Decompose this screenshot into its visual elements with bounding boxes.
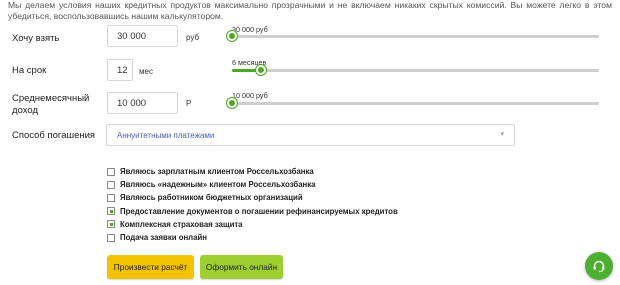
amount-unit: руб bbox=[186, 33, 200, 42]
amount-slider-handle[interactable] bbox=[227, 31, 237, 41]
income-label-line2: доход bbox=[12, 105, 38, 116]
repayment-selected-value: Аннуитетными платежами bbox=[117, 131, 215, 140]
checkbox-budget-employee[interactable]: Являюсь работником бюджетных организаций bbox=[107, 191, 398, 204]
checkbox-label: Являюсь зарплатным клиентом Россельхозба… bbox=[120, 167, 314, 177]
term-slider[interactable] bbox=[232, 65, 599, 75]
term-input[interactable]: 12 bbox=[107, 59, 133, 81]
income-label-line1: Среднемесячный bbox=[12, 93, 90, 104]
checkbox-label: Являюсь «надежным» клиентом Россельхозба… bbox=[120, 180, 316, 190]
checkbox-label: Подача заявки онлайн bbox=[120, 233, 207, 243]
apply-online-button[interactable]: Оформить онлайн bbox=[200, 255, 283, 279]
term-slider-handle[interactable] bbox=[256, 65, 267, 75]
options-checkbox-list: Являюсь зарплатным клиентом Россельхозба… bbox=[107, 165, 398, 244]
checkbox-label: Предоставление документов о погашении ре… bbox=[120, 206, 398, 216]
term-unit: мес bbox=[139, 67, 153, 76]
income-slider-handle[interactable] bbox=[227, 98, 237, 108]
checkbox-box[interactable] bbox=[107, 193, 115, 202]
income-slider-value: 10 000 руб bbox=[232, 91, 268, 100]
calculate-button[interactable]: Произвести расчёт bbox=[107, 255, 194, 279]
checkbox-box[interactable] bbox=[107, 233, 115, 242]
repayment-label: Способ погашения bbox=[12, 130, 96, 141]
chat-button[interactable] bbox=[585, 252, 613, 280]
checkbox-box[interactable] bbox=[107, 207, 115, 216]
checkbox-box[interactable] bbox=[107, 180, 115, 189]
amount-slider-value: 30 000 руб bbox=[232, 25, 268, 34]
checkbox-refinance-documents[interactable]: Предоставление документов о погашении ре… bbox=[107, 205, 398, 218]
income-slider[interactable] bbox=[227, 98, 599, 108]
income-unit: Р bbox=[186, 99, 192, 108]
checkbox-online-application[interactable]: Подача заявки онлайн bbox=[107, 231, 398, 244]
repayment-select[interactable]: Аннуитетными платежами ▾ bbox=[106, 124, 515, 146]
checkbox-label: Комплексная страховая защита bbox=[120, 219, 243, 229]
checkbox-insurance[interactable]: Комплексная страховая защита bbox=[107, 218, 398, 231]
income-input[interactable]: 10 000 bbox=[107, 92, 178, 114]
amount-label: Хочу взять bbox=[12, 33, 60, 44]
amount-input[interactable]: 30 000 bbox=[107, 25, 178, 47]
checkbox-box[interactable] bbox=[107, 220, 115, 229]
checkbox-salary-client[interactable]: Являюсь зарплатным клиентом Россельхозба… bbox=[107, 165, 398, 178]
term-label: На срок bbox=[12, 65, 47, 76]
amount-slider[interactable] bbox=[227, 31, 599, 41]
intro-text: Мы делаем условия наших кредитных продук… bbox=[8, 0, 612, 21]
headset-chat-icon bbox=[593, 260, 605, 273]
chevron-down-icon: ▾ bbox=[500, 131, 504, 138]
checkbox-box[interactable] bbox=[107, 167, 115, 176]
checkbox-label: Являюсь работником бюджетных организаций bbox=[120, 193, 303, 203]
checkbox-reliable-client[interactable]: Являюсь «надежным» клиентом Россельхозба… bbox=[107, 178, 398, 191]
